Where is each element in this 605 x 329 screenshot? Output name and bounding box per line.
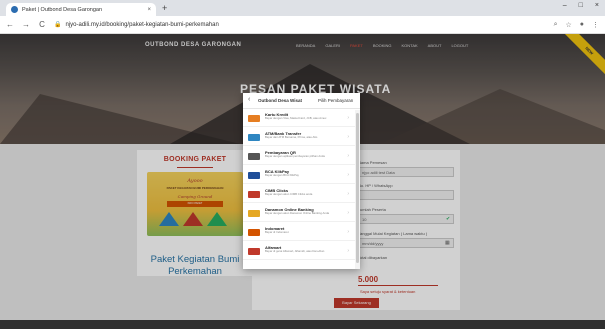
payment-method-desc: Bayar dengan akun CIMB Clicks anda [265, 192, 313, 196]
url-text: njyo-adili.my.id/booking/paket-kegiatan-… [65, 21, 219, 28]
close-window-button[interactable]: × [595, 2, 599, 9]
zoom-icon[interactable]: ⌕ [554, 21, 558, 29]
chevron-right-icon: › [347, 172, 349, 178]
maximize-button[interactable]: □ [579, 2, 583, 9]
payment-logo-icon [248, 153, 260, 160]
forward-button[interactable]: → [22, 20, 30, 29]
url-field[interactable]: 🔒 njyo-adili.my.id/booking/paket-kegiata… [54, 18, 546, 31]
payment-method-desc: Bayar dengan aplikasi pembayaran pilihan… [265, 154, 325, 158]
minimize-button[interactable]: – [563, 2, 567, 9]
modal-title: Pilih Pembayaran [318, 98, 354, 103]
back-button[interactable]: ← [6, 20, 14, 29]
payment-method-item[interactable]: Alfamart Bayar di gerai Alfamart, Alfamid… [243, 243, 355, 260]
payment-logo-icon [248, 191, 260, 198]
browser-toolbar-icons: ⌕ ☆ ● ⋮ [554, 21, 599, 29]
payment-method-item[interactable]: Pembayaran QR Bayar dengan aplikasi pemba… [243, 148, 355, 165]
payment-method-desc: Bayar dari ATM Bersama, Prima, atau Alto [265, 135, 318, 139]
payment-modal: ‹ Outbond Desa Wisat Pilih Pembayaran Ka… [243, 93, 360, 269]
payment-method-desc: Bayar dengan BCA KlikPay [265, 173, 299, 177]
merchant-name: Outbond Desa Wisat [258, 98, 302, 103]
payment-logo-icon [248, 172, 260, 179]
payment-logo-icon [248, 229, 260, 236]
browser-tab-bar: Paket | Outbond Desa Garongan × + – □ × [0, 0, 605, 16]
payment-logo-icon [248, 134, 260, 141]
menu-kebab-icon[interactable]: ⋮ [592, 21, 599, 29]
payment-method-desc: Bayar di Indomaret [265, 230, 289, 234]
payment-logo-icon [248, 115, 260, 122]
chevron-right-icon: › [347, 115, 349, 121]
modal-header: ‹ Outbond Desa Wisat Pilih Pembayaran [243, 93, 360, 109]
address-bar: ← → C 🔒 njyo-adili.my.id/booking/paket-k… [0, 16, 605, 34]
web-page: OUTBOND DESA GARONGAN BERANDA GALERI PAK… [0, 34, 605, 329]
payment-method-item[interactable]: Indomaret Bayar di Indomaret › [243, 224, 355, 241]
payment-method-desc: Bayar di gerai Alfamart, Alfamidi, atau … [265, 249, 325, 253]
chevron-right-icon: › [347, 248, 349, 254]
payment-method-item[interactable]: Danamon Online Banking Bayar dengan akun … [243, 205, 355, 222]
payment-method-item[interactable]: ATM/Bank Transfer Bayar dari ATM Bersama,… [243, 129, 355, 146]
chevron-right-icon: › [347, 210, 349, 216]
payment-logo-icon [248, 248, 260, 255]
payment-method-desc: Bayar dengan Visa, MasterCard, JCB, atau… [265, 116, 327, 120]
browser-tab[interactable]: Paket | Outbond Desa Garongan × [6, 3, 156, 16]
window-controls: – □ × [563, 2, 599, 9]
lock-icon: 🔒 [54, 22, 62, 28]
chevron-right-icon: › [347, 191, 349, 197]
back-chevron-icon[interactable]: ‹ [248, 96, 250, 103]
payment-method-item[interactable]: CIMB Clicks Bayar dengan akun CIMB Clicks… [243, 186, 355, 203]
payment-method-list: Kartu Kredit Bayar dengan Visa, MasterCar… [243, 110, 355, 267]
reload-button[interactable]: C [38, 20, 46, 29]
chevron-right-icon: › [347, 229, 349, 235]
bookmark-star-icon[interactable]: ☆ [565, 21, 571, 29]
tab-close-icon[interactable]: × [147, 7, 151, 13]
chevron-right-icon: › [347, 134, 349, 140]
profile-icon[interactable]: ● [580, 21, 584, 29]
payment-method-desc: Bayar dengan akun Danamon Online Banking… [265, 211, 330, 215]
site-favicon-icon [11, 6, 18, 13]
scrollbar-thumb[interactable] [356, 113, 359, 263]
tab-title: Paket | Outbond Desa Garongan [22, 6, 103, 13]
new-tab-button[interactable]: + [162, 3, 167, 13]
payment-method-item[interactable]: BCA KlikPay Bayar dengan BCA KlikPay › [243, 167, 355, 184]
payment-method-item[interactable]: Kartu Kredit Bayar dengan Visa, MasterCar… [243, 110, 355, 127]
payment-logo-icon [248, 210, 260, 217]
chevron-right-icon: › [347, 153, 349, 159]
